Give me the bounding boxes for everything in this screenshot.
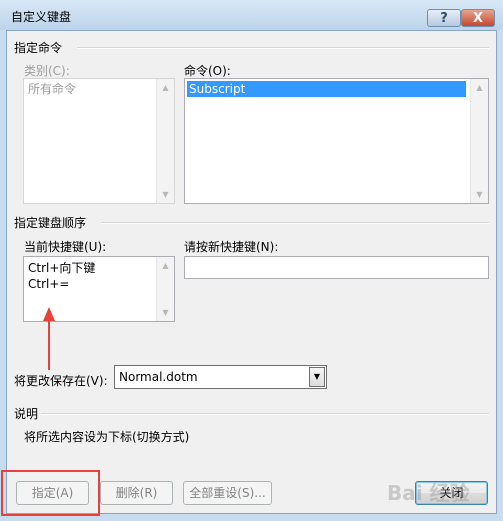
specify-command-section-label: 指定命令	[14, 41, 63, 55]
assign-button[interactable]: 指定(A)	[16, 481, 89, 505]
categories-scrollbar: ▲ ▼	[156, 79, 174, 203]
remove-button[interactable]: 删除(R)	[100, 481, 173, 505]
scroll-up-icon[interactable]: ▲	[157, 257, 174, 274]
section-divider	[41, 413, 489, 415]
current-keys-scrollbar[interactable]: ▲ ▼	[156, 257, 174, 321]
new-key-label: 请按新快捷键(N):	[184, 240, 279, 254]
save-in-label: 将更改保存在(V):	[14, 374, 108, 388]
help-button[interactable]: ?	[427, 9, 461, 27]
title-bar: 自定义键盘 ? X	[0, 0, 503, 30]
commands-scrollbar[interactable]: ▲ ▼	[470, 79, 488, 203]
scroll-up-icon[interactable]: ▲	[471, 79, 488, 96]
categories-label: 类别(C):	[24, 64, 70, 78]
description-section-label: 说明	[14, 407, 39, 421]
save-in-dropdown[interactable]: Normal.dotm ▼	[114, 365, 327, 389]
list-item[interactable]: Ctrl+=	[26, 276, 155, 292]
scroll-down-icon[interactable]: ▼	[157, 304, 174, 321]
dialog-body: 指定命令 类别(C): 所有命令 ▲ ▼ 命令(O): Subscript ▲ …	[1, 30, 497, 516]
watermark-logo: Bai 经验	[387, 481, 470, 505]
list-item[interactable]: Subscript	[187, 81, 466, 97]
section-divider	[77, 47, 489, 49]
window-title: 自定义键盘	[11, 10, 72, 24]
section-divider	[101, 222, 489, 224]
list-item: 所有命令	[28, 82, 77, 96]
new-key-input[interactable]	[184, 256, 489, 279]
scroll-up-icon: ▲	[162, 83, 169, 92]
scroll-down-icon: ▼	[162, 190, 169, 199]
current-keys-label: 当前快捷键(U):	[24, 240, 107, 254]
keyboard-sequence-section-label: 指定键盘顺序	[14, 216, 87, 230]
annotation-arrow-icon	[43, 307, 55, 321]
description-text: 将所选内容设为下标(切换方式)	[24, 430, 190, 444]
list-item[interactable]: Ctrl+向下键	[26, 260, 155, 276]
reset-all-button[interactable]: 全部重设(S)...	[183, 481, 272, 505]
annotation-arrow-line	[48, 321, 50, 370]
save-in-value: Normal.dotm	[119, 370, 198, 384]
scroll-down-icon[interactable]: ▼	[471, 186, 488, 203]
commands-listbox[interactable]: Subscript ▲ ▼	[184, 78, 489, 204]
chevron-down-icon[interactable]: ▼	[309, 367, 325, 387]
window-close-button[interactable]: X	[461, 9, 495, 27]
categories-listbox: 所有命令 ▲ ▼	[23, 78, 175, 204]
commands-label: 命令(O):	[184, 64, 231, 78]
